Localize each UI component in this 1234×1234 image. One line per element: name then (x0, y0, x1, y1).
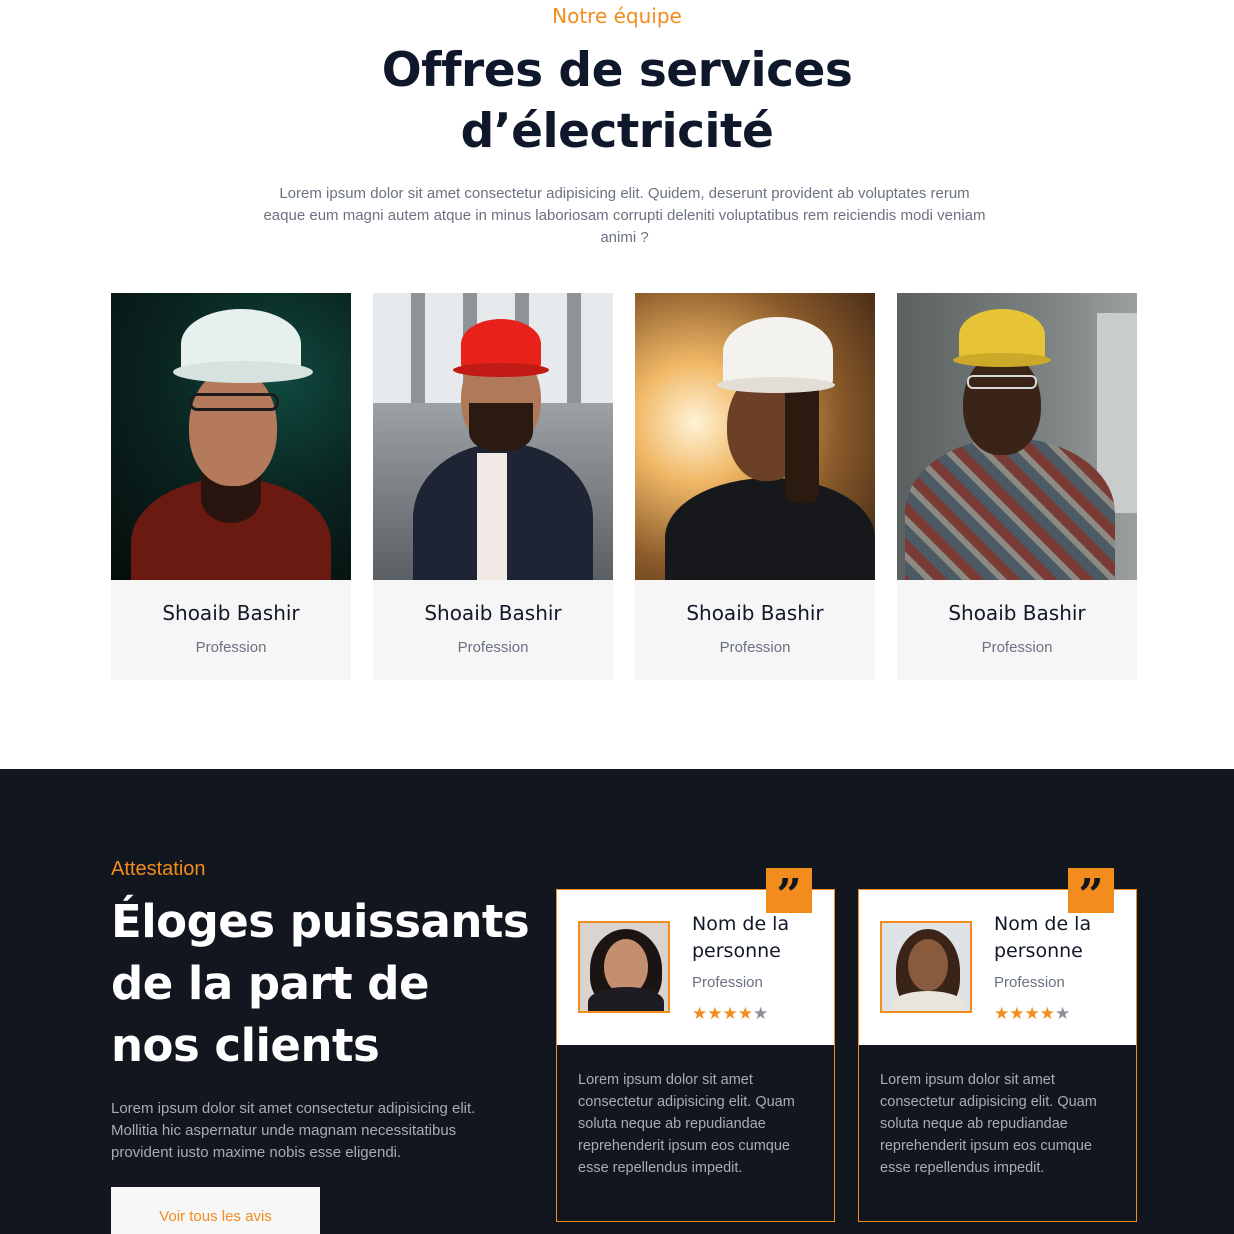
testimonial-name: Nom de la personne (994, 913, 1092, 962)
star-filled-icon: ★ (707, 1004, 723, 1024)
rating-stars: ★★★★★ (994, 1004, 1070, 1024)
star-filled-icon: ★ (722, 1004, 738, 1024)
avatar (578, 921, 670, 1013)
team-member-photo (111, 293, 351, 580)
team-member-name: Shoaib Bashir (424, 601, 562, 625)
testimonial-role: Profession (994, 974, 1065, 991)
testimonials-description: Lorem ipsum dolor sit amet consectetur a… (111, 1100, 476, 1161)
team-card[interactable]: Shoaib Bashir Profession (111, 293, 351, 680)
team-description: Lorem ipsum dolor sit amet consectetur a… (263, 185, 986, 246)
team-member-name: Shoaib Bashir (162, 601, 300, 625)
team-title: Offres de services d’électricité (0, 40, 1234, 162)
view-all-reviews-button[interactable]: Voir tous les avis (111, 1187, 320, 1234)
team-member-photo (635, 293, 875, 580)
team-member-photo (373, 293, 613, 580)
avatar (880, 921, 972, 1013)
team-member-name: Shoaib Bashir (948, 601, 1086, 625)
testimonial-name: Nom de la personne (692, 913, 790, 962)
star-filled-icon: ★ (737, 1004, 753, 1024)
star-empty-icon: ★ (1055, 1004, 1071, 1024)
testimonial-text: Lorem ipsum dolor sit amet consectetur a… (880, 1072, 1097, 1176)
team-member-role: Profession (195, 639, 267, 656)
team-member-role: Profession (457, 639, 529, 656)
testimonial-body: Lorem ipsum dolor sit amet consectetur a… (859, 1045, 1136, 1221)
quote-icon: ” (766, 868, 812, 921)
testimonials-title: Éloges puissants de la part de nos clien… (111, 895, 530, 1072)
testimonial-body: Lorem ipsum dolor sit amet consectetur a… (557, 1045, 834, 1221)
star-filled-icon: ★ (1009, 1004, 1025, 1024)
team-card[interactable]: Shoaib Bashir Profession (373, 293, 613, 680)
team-member-role: Profession (719, 639, 791, 656)
star-filled-icon: ★ (994, 1004, 1010, 1024)
rating-stars: ★★★★★ (692, 1004, 768, 1024)
team-eyebrow: Notre équipe (552, 4, 682, 28)
quote-icon: ” (1068, 868, 1114, 921)
team-member-role: Profession (981, 639, 1053, 656)
testimonial-card: Nom de la personne Profession ★★★★★ ” Lo… (858, 868, 1137, 1222)
testimonial-text: Lorem ipsum dolor sit amet consectetur a… (578, 1072, 795, 1176)
team-card[interactable]: Shoaib Bashir Profession (897, 293, 1137, 680)
team-member-photo (897, 293, 1137, 580)
star-filled-icon: ★ (1039, 1004, 1055, 1024)
team-title-line1: Offres de services (381, 43, 853, 98)
star-filled-icon: ★ (692, 1004, 708, 1024)
star-filled-icon: ★ (1024, 1004, 1040, 1024)
testimonial-card: Nom de la personne Profession ★★★★★ ” Lo… (556, 868, 835, 1222)
star-empty-icon: ★ (753, 1004, 769, 1024)
testimonial-role: Profession (692, 974, 763, 991)
testimonials-eyebrow: Attestation (111, 858, 206, 880)
team-section: Notre équipe Offres de services d’électr… (0, 0, 1234, 769)
testimonials-section: Attestation Éloges puissants de la part … (0, 769, 1234, 1234)
team-title-line2: d’électricité (460, 104, 774, 159)
team-card[interactable]: Shoaib Bashir Profession (635, 293, 875, 680)
team-member-name: Shoaib Bashir (686, 601, 824, 625)
